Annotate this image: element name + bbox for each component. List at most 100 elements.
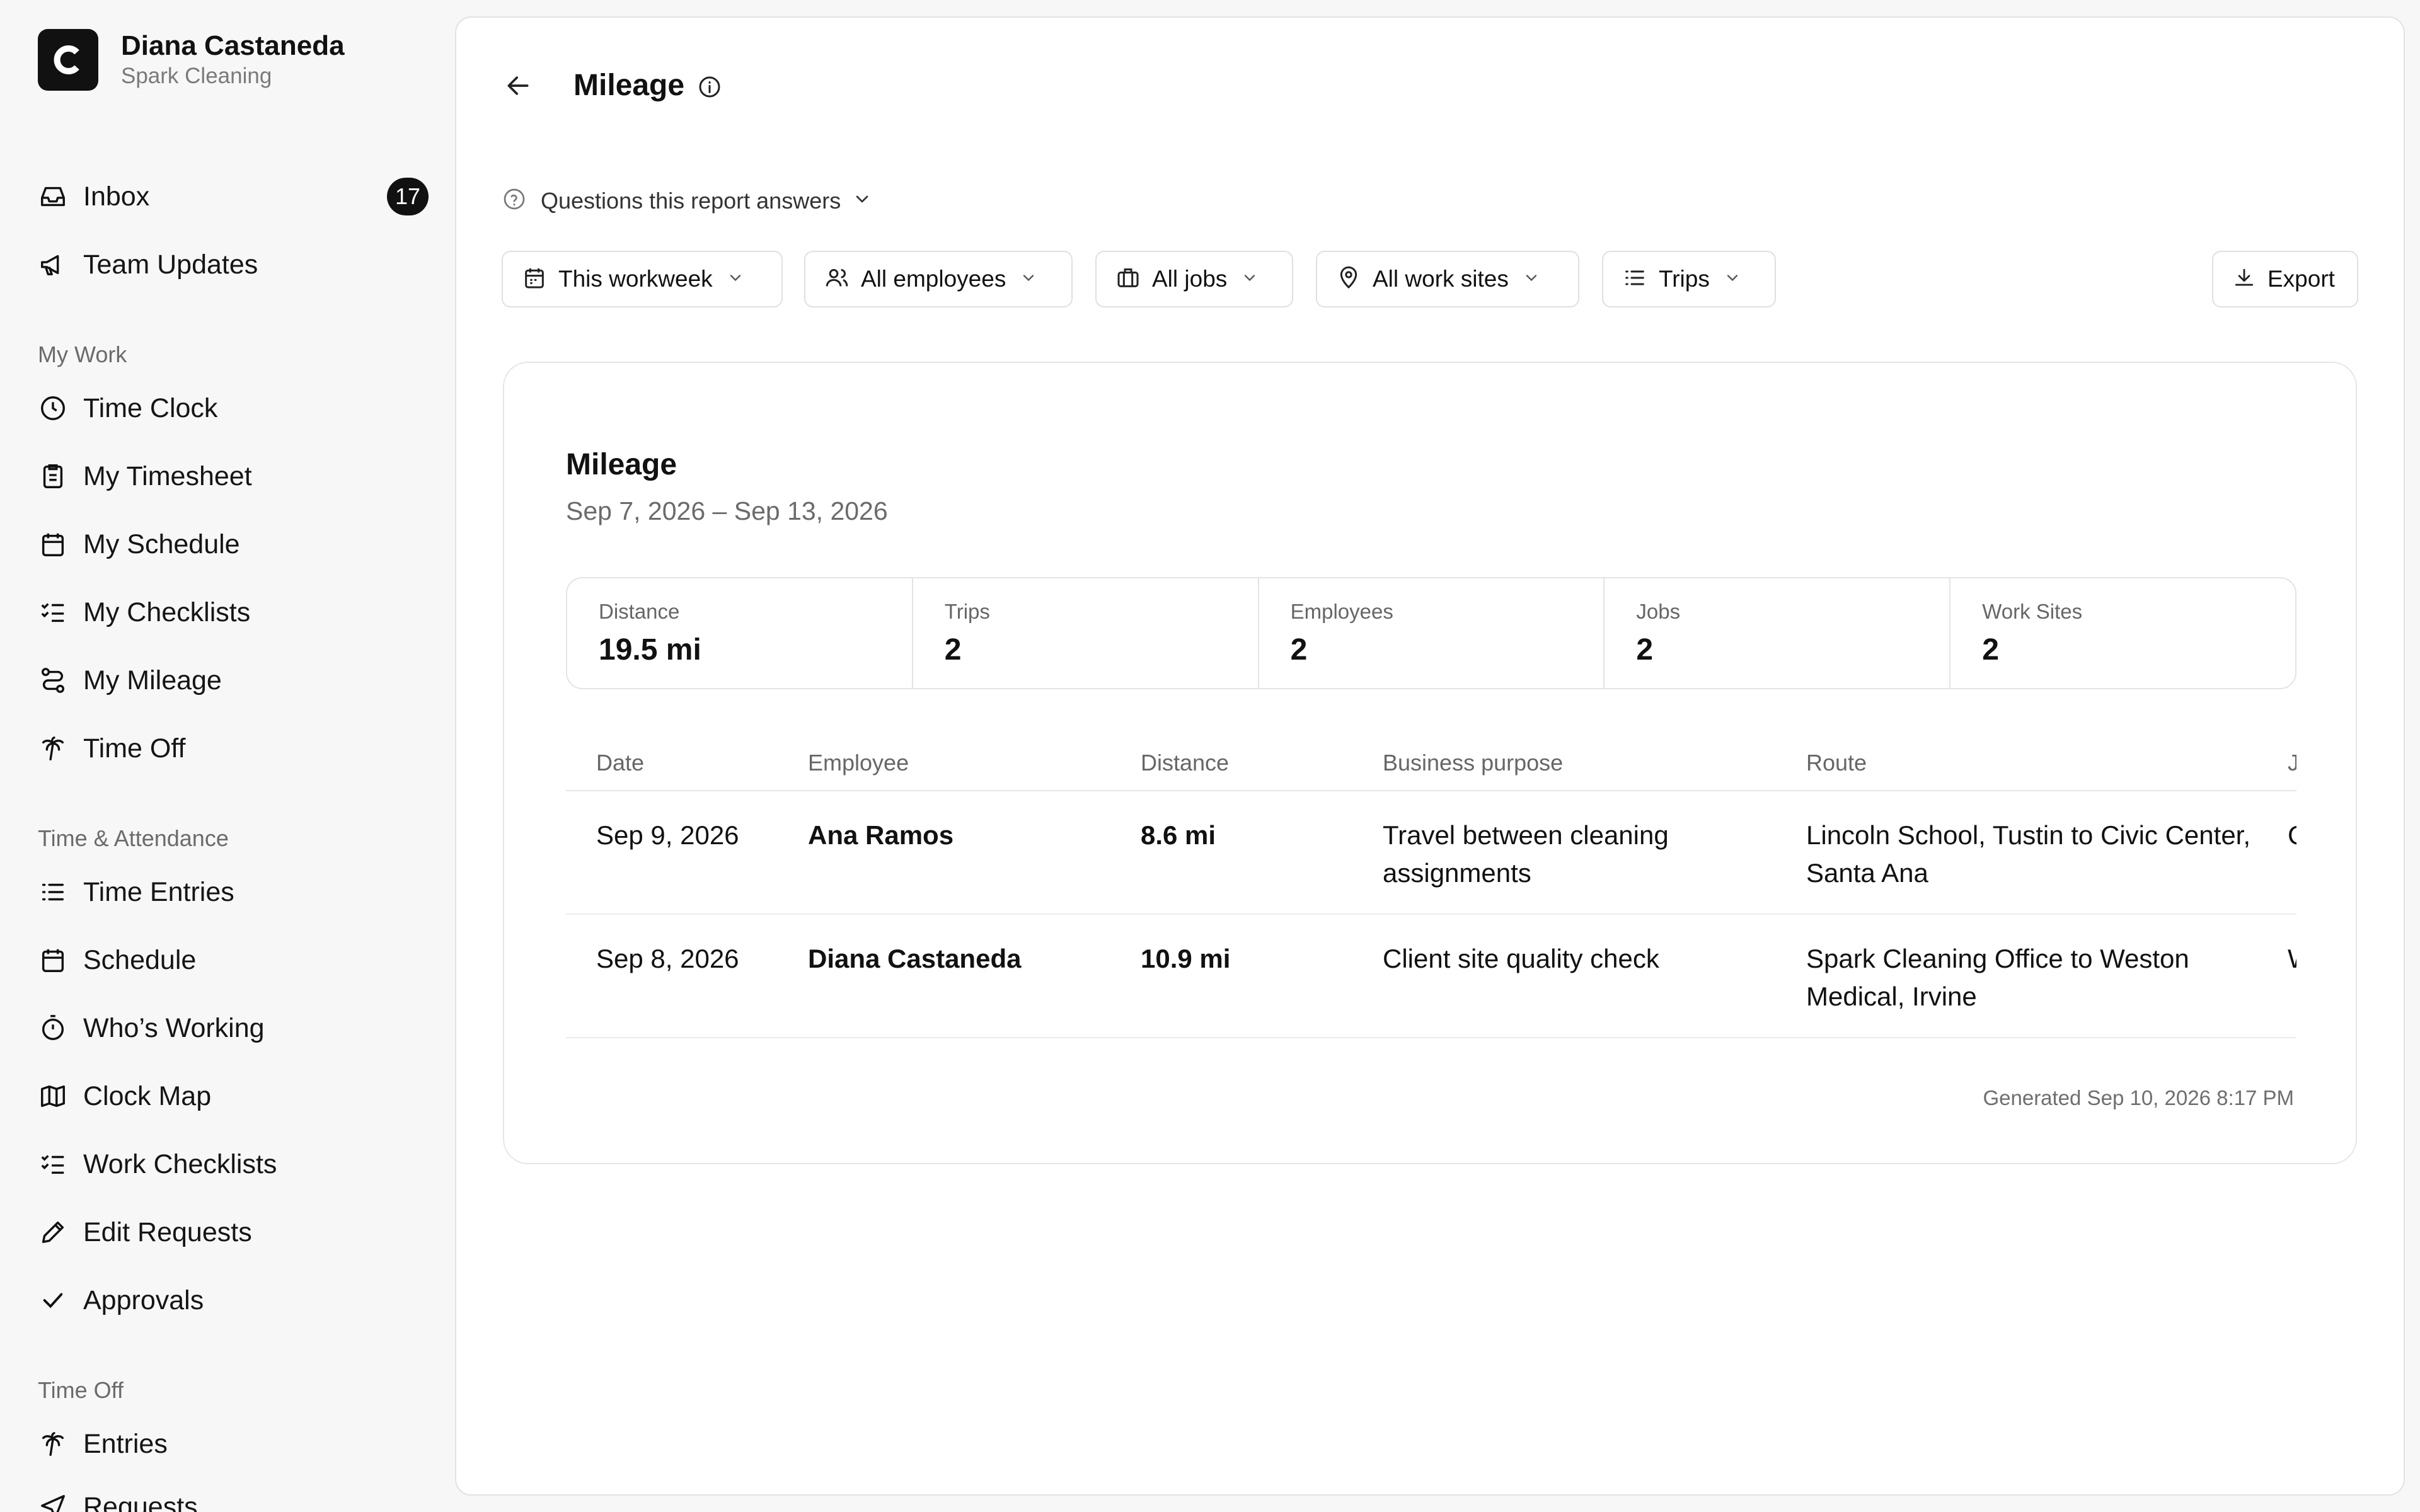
stat-label: Employees — [1290, 600, 1393, 623]
sidebar-item-label: Approvals — [83, 1285, 204, 1315]
map-icon — [38, 1081, 68, 1111]
cell-date: Sep 8, 2026 — [596, 944, 739, 973]
sidebar-item-my-schedule[interactable]: My Schedule — [38, 519, 429, 570]
sidebar-item-team-updates[interactable]: Team Updates — [38, 239, 429, 290]
sidebar-item-approvals[interactable]: Approvals — [38, 1275, 429, 1326]
stat-label: Distance — [599, 600, 680, 623]
cell-route: Spark Cleaning Office to Weston Medical,… — [1806, 944, 2189, 1011]
map-pin-icon — [1336, 265, 1361, 294]
stat-label: Jobs — [1636, 600, 1681, 623]
sidebar-item-label: My Timesheet — [83, 461, 252, 491]
back-button[interactable] — [503, 71, 533, 101]
employees-filter[interactable]: All employees — [804, 251, 1073, 307]
sidebar-item-label: Clock Map — [83, 1080, 212, 1111]
table-header: Date Employee Distance Business purpose … — [566, 735, 2296, 791]
group-by-filter[interactable]: Trips — [1602, 251, 1776, 307]
user-name: Diana Castaneda — [121, 30, 345, 61]
column-header-date[interactable]: Date — [596, 750, 644, 776]
stat-value: 2 — [1636, 633, 1654, 667]
report-date-range: Sep 7, 2026 – Sep 13, 2026 — [566, 496, 888, 525]
export-button[interactable]: Export — [2212, 251, 2358, 307]
calendar-icon — [38, 945, 68, 975]
chevron-down-icon — [1241, 269, 1259, 290]
stat-jobs: Jobs 2 — [1605, 578, 1951, 688]
column-header-route[interactable]: Route — [1806, 750, 1867, 776]
sidebar-item-my-mileage[interactable]: My Mileage — [38, 655, 429, 706]
check-icon — [38, 1285, 68, 1315]
megaphone-icon — [38, 249, 68, 280]
sidebar-item-edit-requests[interactable]: Edit Requests — [38, 1207, 429, 1257]
sidebar-item-time-off[interactable]: Time Off — [38, 723, 429, 774]
palm-tree-icon — [38, 1429, 68, 1459]
cell-truncated: W — [2288, 940, 2296, 978]
sidebar-item-my-checklists[interactable]: My Checklists — [38, 587, 429, 638]
cell-employee: Diana Castaneda — [808, 944, 1022, 973]
group-by-filter-label: Trips — [1659, 266, 1710, 292]
chevron-down-icon — [852, 189, 872, 212]
list-icon — [38, 877, 68, 907]
sidebar-item-label: Team Updates — [83, 249, 258, 280]
generated-timestamp: Generated Sep 10, 2026 8:17 PM — [1983, 1086, 2294, 1109]
stat-work-sites: Work Sites 2 — [1950, 578, 2295, 688]
column-header-distance[interactable]: Distance — [1141, 750, 1229, 776]
summary-stats: Distance 19.5 mi Trips 2 Employees 2 Job… — [566, 577, 2296, 689]
chevron-down-icon — [727, 269, 744, 290]
column-header-truncated[interactable]: J — [2288, 750, 2296, 776]
sidebar-item-whos-working[interactable]: Who’s Working — [38, 1003, 429, 1053]
sidebar-item-time-clock[interactable]: Time Clock — [38, 383, 429, 433]
period-filter[interactable]: This workweek — [502, 251, 783, 307]
profile-header[interactable]: Diana Castaneda Spark Cleaning — [38, 29, 345, 91]
sidebar-item-my-timesheet[interactable]: My Timesheet — [38, 451, 429, 501]
stat-value: 2 — [1290, 633, 1308, 667]
cell-date: Sep 9, 2026 — [596, 820, 739, 850]
help-circle-icon — [502, 186, 527, 215]
jobs-filter[interactable]: All jobs — [1095, 251, 1293, 307]
sidebar-item-label: Work Checklists — [83, 1148, 277, 1179]
section-heading-time-off: Time Off — [38, 1377, 124, 1403]
users-icon — [824, 265, 850, 294]
sidebar-item-label: My Checklists — [83, 597, 251, 627]
stopwatch-icon — [38, 1013, 68, 1043]
sidebar-item-label: Edit Requests — [83, 1217, 252, 1247]
route-icon — [38, 665, 68, 696]
sidebar-item-time-entries[interactable]: Time Entries — [38, 867, 429, 917]
sidebar-item-label: Entries — [83, 1428, 168, 1459]
sidebar-item-label: Time Off — [83, 733, 186, 764]
sidebar-item-label: My Schedule — [83, 529, 240, 559]
checklist-icon — [38, 1149, 68, 1179]
sidebar: Diana Castaneda Spark Cleaning Inbox 17 … — [0, 0, 454, 1512]
cell-truncated: C — [2288, 816, 2296, 854]
cell-distance: 8.6 mi — [1141, 820, 1216, 850]
questions-toggle[interactable]: Questions this report answers — [502, 186, 872, 215]
sidebar-item-entries[interactable]: Entries — [38, 1419, 429, 1469]
employees-filter-label: All employees — [861, 266, 1006, 292]
cell-business-purpose: Client site quality check — [1383, 944, 1659, 973]
table-row[interactable]: Sep 8, 2026 Diana Castaneda 10.9 mi Clie… — [566, 915, 2296, 1038]
sidebar-item-schedule[interactable]: Schedule — [38, 935, 429, 985]
sidebar-item-inbox[interactable]: Inbox 17 — [38, 171, 429, 222]
mileage-table: Date Employee Distance Business purpose … — [566, 735, 2296, 1038]
sidebar-item-label: Who’s Working — [83, 1012, 265, 1043]
work-sites-filter[interactable]: All work sites — [1316, 251, 1579, 307]
inbox-count-badge: 17 — [387, 178, 429, 215]
stat-value: 19.5 mi — [599, 633, 701, 667]
column-header-employee[interactable]: Employee — [808, 750, 909, 776]
info-icon[interactable] — [696, 73, 723, 101]
chevron-down-icon — [1020, 269, 1037, 290]
questions-label: Questions this report answers — [541, 187, 841, 214]
column-header-business-purpose[interactable]: Business purpose — [1383, 750, 1563, 776]
checklist-icon — [38, 597, 68, 627]
page-title: Mileage — [573, 69, 685, 102]
stat-distance: Distance 19.5 mi — [567, 578, 913, 688]
sidebar-item-requests[interactable]: Requests — [38, 1482, 429, 1512]
stat-label: Trips — [944, 600, 990, 623]
sidebar-item-label: My Mileage — [83, 665, 222, 696]
list-icon — [1622, 265, 1647, 294]
sidebar-item-clock-map[interactable]: Clock Map — [38, 1071, 429, 1121]
stat-employees: Employees 2 — [1259, 578, 1605, 688]
briefcase-icon — [1115, 265, 1141, 294]
table-row[interactable]: Sep 9, 2026 Ana Ramos 8.6 mi Travel betw… — [566, 791, 2296, 915]
report-card: Mileage Sep 7, 2026 – Sep 13, 2026 Dista… — [503, 362, 2357, 1164]
sidebar-item-work-checklists[interactable]: Work Checklists — [38, 1139, 429, 1189]
pencil-icon — [38, 1217, 68, 1247]
